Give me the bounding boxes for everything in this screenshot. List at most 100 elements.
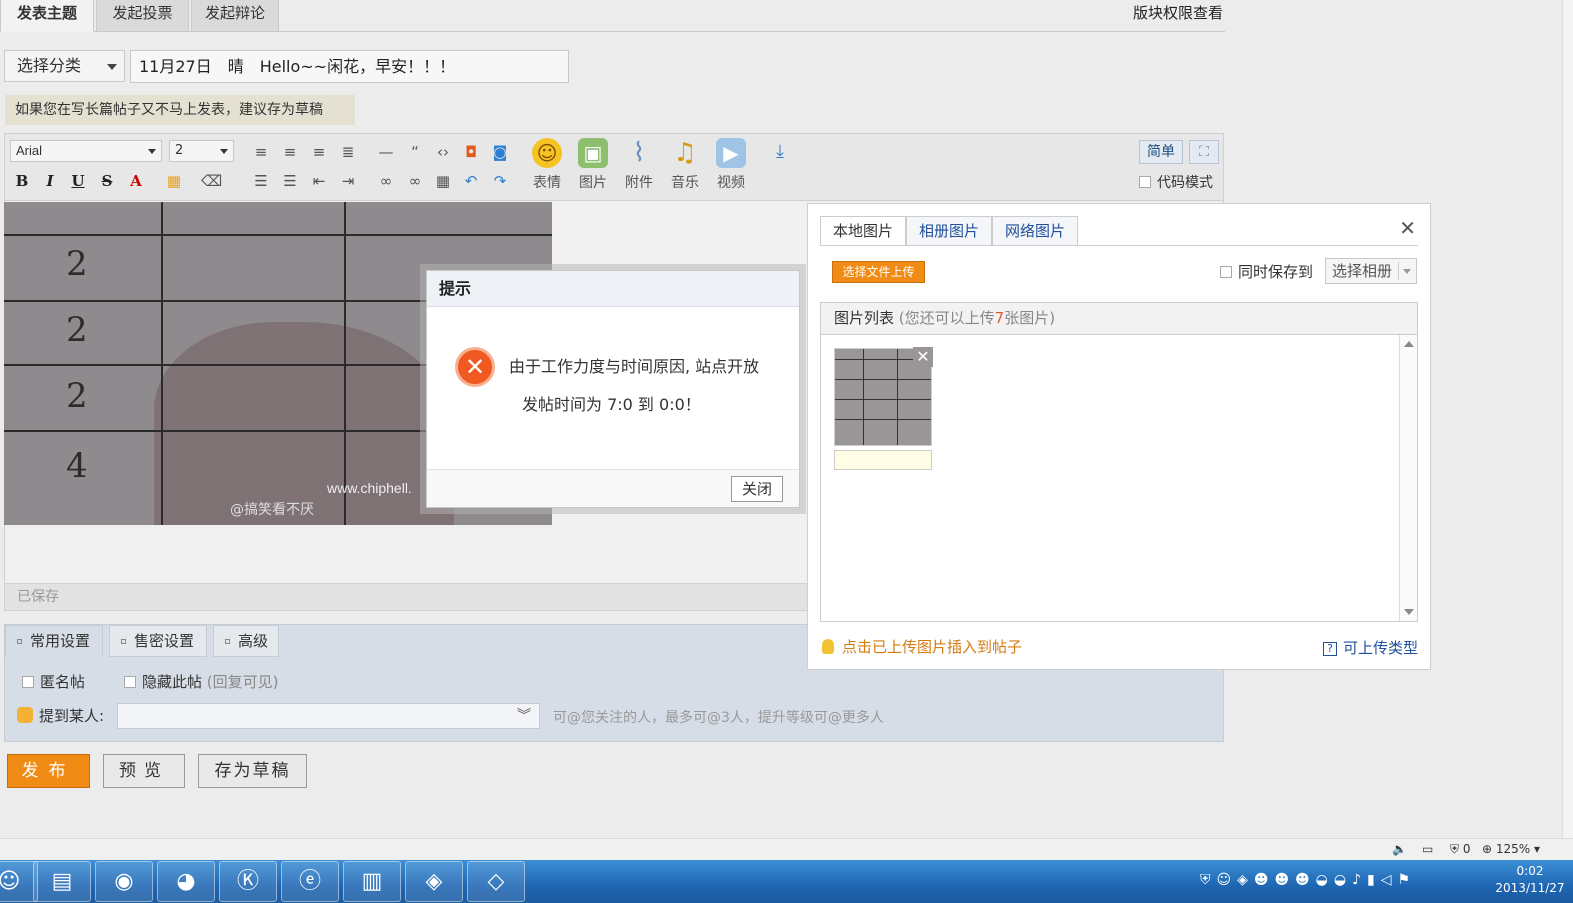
font-family-select[interactable]: Arial [10,140,162,162]
underline-icon[interactable]: U [68,171,88,191]
anonymous-option[interactable]: 匿名帖 [22,671,85,692]
table-icon[interactable]: ▦ [433,171,453,191]
unordered-list-icon[interactable]: ☰ [280,171,300,191]
system-tray-icons[interactable]: ⛨☺◈☻☻☻◒◒♪▮◁⚑ [1200,872,1416,888]
paperclip-icon: ⌇ [632,138,646,168]
subject-input[interactable]: 11月27日 晴 Hello~~闲花，早安！！！ [130,50,569,83]
mention-hint: 可@您关注的人，最多可@3人，提升等级可@更多人 [553,710,884,726]
file-explorer-icon[interactable]: ▥ [343,861,401,902]
align-left-icon[interactable]: ≡ [251,142,271,162]
video-player-icon[interactable]: ▤ [33,861,91,902]
hide-post-checkbox[interactable] [124,676,136,688]
image-button[interactable]: ▣ 图片 [573,138,613,194]
zoom-control[interactable]: ⊕ 125% ▾ [1482,842,1540,856]
align-justify-icon[interactable]: ≣ [338,142,358,162]
image-list-scrollbar[interactable] [1399,335,1417,621]
anonymous-label: 匿名帖 [40,673,86,691]
clear-format-icon[interactable]: ⌫ [201,171,222,191]
installer-icon[interactable]: ◈ [405,861,463,902]
mention-input[interactable]: ︾ [117,703,540,729]
tab-sale-settings[interactable]: 售密设置 [109,625,207,657]
hide-content-icon[interactable]: ◙ [490,142,510,162]
code-mode-label: 代码模式 [1157,175,1213,191]
zoom-icon: ⊕ [1482,842,1493,856]
system-clock[interactable]: 0:02 2013/11/27 [1494,863,1566,897]
publish-button[interactable]: 发布 [7,754,90,788]
chevron-down-icon: ▾ [1534,842,1541,856]
upload-types-link[interactable]: ? 可上传类型 [1322,637,1418,658]
align-right-icon[interactable]: ≡ [309,142,329,162]
scroll-down-icon[interactable] [1404,609,1414,615]
image-upload-panel: 本地图片 相册图片 网络图片 ✕ 选择文件上传 同时保存到 选择相册 图片列表 … [807,203,1431,670]
save-to-album-checkbox[interactable] [1220,266,1232,278]
delete-image-icon[interactable]: ✕ [913,347,933,367]
align-center-icon[interactable]: ≡ [280,142,300,162]
chevron-down-icon[interactable]: ︾ [517,704,531,728]
emoji-button[interactable]: ☺ 表情 [527,138,567,194]
tab-advanced[interactable]: 高级 [213,625,279,657]
fullscreen-icon[interactable]: ⛶ [1189,140,1219,164]
sell-icon[interactable]: ◘ [461,142,481,162]
scroll-up-icon[interactable] [1404,341,1414,347]
browser-icon[interactable]: ⓔ [281,861,339,902]
indent-icon[interactable]: ⇥ [338,171,358,191]
image-caption-input[interactable] [834,450,932,470]
thumb-grid-line [835,419,931,420]
smiley-icon: ☺ [532,138,562,168]
strikethrough-icon[interactable]: S [97,171,117,191]
window-icon[interactable]: ▭ [1422,842,1433,856]
download-icon[interactable]: ⤓ [770,142,790,162]
unlink-icon[interactable]: ∞ [405,171,425,191]
tab-new-poll[interactable]: 发起投票 [96,0,189,32]
code-mode-checkbox[interactable] [1139,176,1151,188]
category-select[interactable]: 选择分类 [4,50,125,82]
kugou-icon[interactable]: Ⓚ [219,861,277,902]
speaker-icon[interactable]: 🔈 [1392,842,1407,856]
at-icon [17,707,33,723]
album-select[interactable]: 选择相册 [1325,258,1417,284]
tab-new-topic[interactable]: 发表主题 [0,0,94,32]
video-label: 视频 [717,175,745,191]
bold-icon[interactable]: B [12,171,32,191]
simple-mode-button[interactable]: 简单 [1139,140,1183,164]
code-icon[interactable]: ‹› [433,142,453,162]
media-player-icon[interactable]: ◉ [95,861,153,902]
hide-post-option[interactable]: 隐藏此帖 (回复可见) [124,671,279,692]
undo-icon[interactable]: ↶ [461,171,481,191]
tab-common-settings[interactable]: 常用设置 [5,625,103,657]
video-button[interactable]: ▶ 视频 [711,138,751,194]
attachment-button[interactable]: ⌇ 附件 [619,138,659,194]
page-scrollbar[interactable] [1562,0,1573,838]
font-color-icon[interactable]: A [126,171,146,191]
chevron-down-icon [220,149,228,154]
ordered-list-icon[interactable]: ☰ [251,171,271,191]
italic-icon[interactable]: I [40,171,60,191]
music-button[interactable]: ♫ 音乐 [665,138,705,194]
mention-label-text: 提到某人: [39,707,105,725]
preview-button[interactable]: 预览 [103,754,185,788]
forum-permission-link[interactable]: 版块权限查看 [1133,2,1223,23]
background-color-icon[interactable]: ▦ [164,171,184,191]
clock-date: 2013/11/27 [1495,881,1565,895]
link-icon[interactable]: ∞ [376,171,396,191]
network-app-icon[interactable]: ◇ [467,861,525,902]
anonymous-checkbox[interactable] [22,676,34,688]
save-to-album-option[interactable]: 同时保存到 [1220,261,1313,282]
code-mode-toggle[interactable]: 代码模式 [1139,172,1213,192]
redo-icon[interactable]: ↷ [490,171,510,191]
horizontal-rule-icon[interactable]: — [376,142,396,162]
tab-local-images[interactable]: 本地图片 [820,216,907,246]
font-size-select[interactable]: 2 [169,140,234,162]
tab-album-images[interactable]: 相册图片 [906,216,993,246]
save-draft-button[interactable]: 存为草稿 [198,754,307,788]
tab-new-debate[interactable]: 发起辩论 [191,0,279,32]
tab-web-images[interactable]: 网络图片 [992,216,1079,246]
alert-close-button[interactable]: 关闭 [731,476,783,502]
outdent-icon[interactable]: ⇤ [309,171,329,191]
shield-status[interactable]: ⛨ 0 [1450,842,1470,857]
qq-icon[interactable]: ◕ [157,861,215,902]
close-icon[interactable]: ✕ [1399,216,1416,240]
mention-label: 提到某人: [17,705,104,726]
upload-file-button[interactable]: 选择文件上传 [832,261,925,283]
quote-icon[interactable]: “ [405,142,425,162]
